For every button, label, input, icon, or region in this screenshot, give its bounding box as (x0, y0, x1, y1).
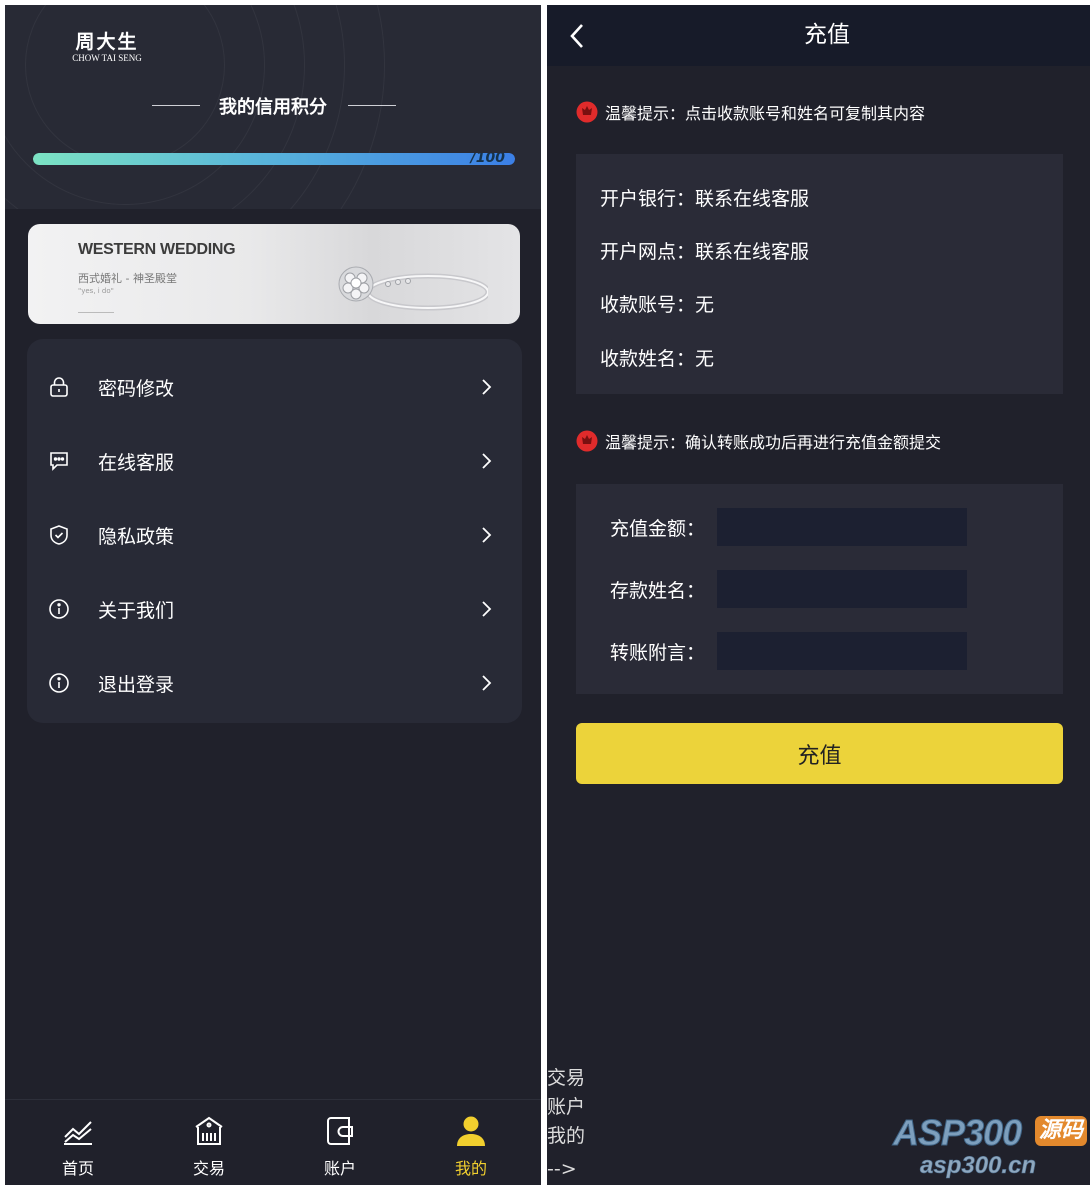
profile-screen: 周大生 CHOW TAI SENG 我的信用积分 /100 WESTERN WE… (5, 5, 541, 1185)
profile-menu: 密码修改 在线客服 隐私政策 关于我们 退出登录 (27, 339, 522, 723)
depositor-name-input[interactable] (717, 570, 967, 608)
warning-icon (576, 101, 598, 123)
tab-label: 我的 (454, 1159, 487, 1178)
leaked-text: --> (547, 1158, 577, 1180)
leaked-text: 我的 (547, 1125, 586, 1147)
bank-row-account: 收款账号：无 (600, 290, 714, 317)
chevron-right-icon (482, 601, 492, 617)
credit-title: 我的信用积分 (5, 93, 541, 119)
watermark-domain: asp300.cn (920, 1152, 1037, 1180)
wallet-icon (327, 1117, 353, 1145)
transfer-remark-input[interactable] (717, 632, 967, 670)
bank-icon (195, 1116, 223, 1145)
menu-item-change-password[interactable]: 密码修改 (27, 350, 522, 424)
amount-label: 充值金额： (610, 518, 706, 540)
credit-progress-fill (33, 153, 515, 165)
tip-confirm: 温馨提示：确认转账成功后再进行充值金额提交 (576, 429, 941, 453)
ring-image (338, 266, 488, 311)
recharge-form: 充值金额： 存款姓名： 转账附言： (576, 484, 1063, 694)
menu-label: 关于我们 (98, 599, 175, 622)
credit-progress-bar: /100 (33, 153, 515, 165)
tip-text: 温馨提示：点击收款账号和姓名可复制其内容 (605, 104, 926, 123)
form-row-amount: 充值金额： (576, 508, 1063, 546)
chevron-right-icon (482, 453, 492, 469)
bank-label: 开户银行： (600, 188, 696, 210)
menu-item-privacy-policy[interactable]: 隐私政策 (27, 498, 522, 572)
menu-label: 退出登录 (98, 673, 175, 696)
wedding-banner[interactable]: WESTERN WEDDING 西式婚礼 - 神圣殿堂 "yes, i do" (28, 224, 520, 324)
menu-label: 密码修改 (98, 377, 175, 400)
chevron-right-icon (482, 527, 492, 543)
tab-label: 首页 (61, 1159, 94, 1178)
menu-label: 隐私政策 (98, 525, 175, 548)
brand-name-en: CHOW TAI SENG (72, 53, 142, 63)
menu-item-about-us[interactable]: 关于我们 (27, 572, 522, 646)
user-icon (457, 1116, 485, 1146)
leaked-text: 交易 (547, 1067, 586, 1089)
menu-item-online-service[interactable]: 在线客服 (27, 424, 522, 498)
chevron-right-icon (482, 675, 492, 691)
watermark-brand: ASP300 (892, 1112, 1022, 1154)
bank-label: 开户网点： (600, 241, 696, 263)
bottom-tab-bar: 首页 交易 账户 我的 (5, 1099, 541, 1185)
form-row-depositor: 存款姓名： (576, 570, 1063, 608)
tab-trade[interactable]: 交易 (142, 1100, 276, 1185)
bank-value[interactable]: 联系在线客服 (695, 188, 809, 210)
credit-header: 周大生 CHOW TAI SENG 我的信用积分 /100 (5, 5, 541, 209)
lock-icon (50, 377, 68, 397)
menu-item-logout[interactable]: 退出登录 (27, 646, 522, 720)
brand-logo: 周大生 CHOW TAI SENG (67, 31, 147, 63)
tab-home[interactable]: 首页 (11, 1100, 145, 1185)
recharge-header: 充值 (547, 5, 1090, 66)
brand-name-cn: 周大生 (75, 31, 139, 53)
bank-label: 收款姓名： (600, 348, 696, 370)
bank-value[interactable]: 无 (695, 294, 714, 316)
page-title: 充值 (804, 22, 850, 48)
recharge-screen: 充值 温馨提示：点击收款账号和姓名可复制其内容 开户银行：联系在线客服 开户网点… (547, 5, 1090, 1185)
tip-copy: 温馨提示：点击收款账号和姓名可复制其内容 (576, 100, 925, 124)
bank-row-branch: 开户网点：联系在线客服 (600, 237, 809, 264)
amount-input[interactable] (717, 508, 967, 546)
tab-label: 账户 (323, 1159, 356, 1178)
banner-tagline: "yes, i do" (78, 287, 114, 295)
leaked-text: 账户 (547, 1096, 586, 1118)
recharge-submit-button[interactable]: 充值 (576, 723, 1063, 784)
bank-row-name: 收款姓名：无 (600, 344, 714, 371)
chat-icon (50, 452, 68, 471)
bank-value[interactable]: 联系在线客服 (695, 241, 809, 263)
chevron-right-icon (482, 379, 492, 395)
form-row-remark: 转账附言： (576, 632, 1063, 670)
credit-title-text: 我的信用积分 (219, 97, 327, 118)
bank-label: 收款账号： (600, 294, 696, 316)
tab-account[interactable]: 账户 (273, 1100, 407, 1185)
tab-mine[interactable]: 我的 (404, 1100, 538, 1185)
tip-text: 温馨提示：确认转账成功后再进行充值金额提交 (605, 433, 942, 452)
warning-icon (576, 430, 598, 452)
chart-icon (64, 1121, 92, 1145)
banner-title: WESTERN WEDDING (78, 241, 236, 258)
banner-subtitle: 西式婚礼 - 神圣殿堂 (78, 272, 177, 285)
bank-row-bank: 开户银行：联系在线客服 (600, 184, 809, 211)
remark-label: 转账附言： (610, 642, 706, 664)
watermark-logo: ASP300 源码 asp300.cn (892, 1112, 1090, 1190)
info-icon (49, 673, 69, 693)
info-icon (49, 599, 69, 619)
bank-value[interactable]: 无 (695, 348, 714, 370)
credit-progress-label: /100 (470, 153, 505, 165)
menu-label: 在线客服 (98, 451, 175, 474)
tab-label: 交易 (192, 1159, 225, 1178)
bank-info-box: 开户银行：联系在线客服 开户网点：联系在线客服 收款账号：无 收款姓名：无 (576, 154, 1063, 394)
shield-icon (50, 525, 68, 545)
watermark-tag: 源码 (1035, 1116, 1087, 1146)
depositor-label: 存款姓名： (610, 580, 706, 602)
